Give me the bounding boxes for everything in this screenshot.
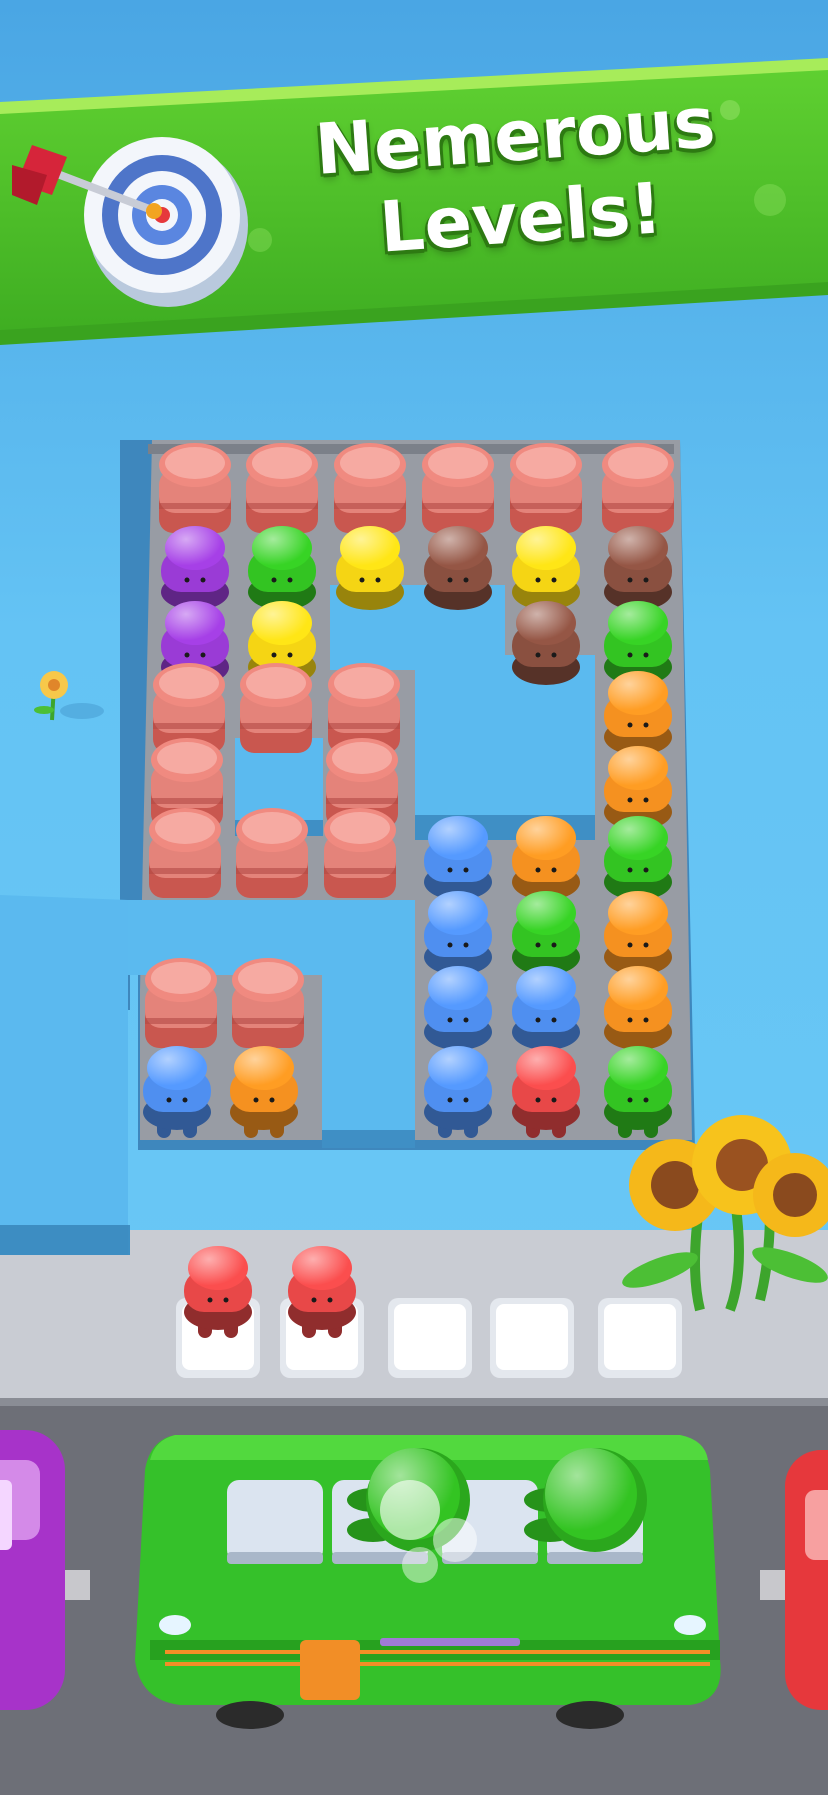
orange-passenger[interactable] xyxy=(604,966,672,1050)
red-passenger[interactable] xyxy=(184,1246,252,1338)
purple-passenger[interactable] xyxy=(161,526,229,610)
jar-obstacle xyxy=(159,443,231,533)
queue-slot[interactable] xyxy=(490,1298,574,1378)
jar-obstacle xyxy=(232,958,304,1048)
jar-obstacle xyxy=(145,958,217,1048)
jar-obstacle xyxy=(422,443,494,533)
banner-title: Nemerous Levels! xyxy=(263,78,773,276)
blue-passenger[interactable] xyxy=(143,1046,211,1138)
red-passenger[interactable] xyxy=(512,1046,580,1138)
yellow-passenger[interactable] xyxy=(336,526,404,610)
jar-obstacle xyxy=(246,443,318,533)
orange-passenger[interactable] xyxy=(604,891,672,975)
blue-passenger[interactable] xyxy=(424,891,492,975)
jar-obstacle xyxy=(334,443,406,533)
jar-obstacle xyxy=(602,443,674,533)
green-bus[interactable] xyxy=(135,1435,721,1729)
blue-passenger[interactable] xyxy=(424,966,492,1050)
blue-passenger[interactable] xyxy=(512,966,580,1050)
queue-slot[interactable] xyxy=(598,1298,682,1378)
brown-passenger[interactable] xyxy=(604,526,672,610)
jar-obstacle xyxy=(236,808,308,898)
green-passenger[interactable] xyxy=(604,816,672,900)
green-passenger[interactable] xyxy=(248,526,316,610)
jar-obstacle xyxy=(149,808,221,898)
orange-passenger[interactable] xyxy=(230,1046,298,1138)
queue-slot[interactable] xyxy=(280,1246,364,1378)
queue-slot[interactable] xyxy=(176,1246,260,1378)
queue-slot[interactable] xyxy=(388,1298,472,1378)
orange-passenger[interactable] xyxy=(512,816,580,900)
brown-passenger[interactable] xyxy=(512,601,580,685)
jar-obstacle xyxy=(240,663,312,753)
jar-obstacle xyxy=(324,808,396,898)
yellow-passenger[interactable] xyxy=(512,526,580,610)
brown-passenger[interactable] xyxy=(424,526,492,610)
blue-passenger[interactable] xyxy=(424,1046,492,1138)
red-passenger[interactable] xyxy=(288,1246,356,1338)
blue-passenger[interactable] xyxy=(424,816,492,900)
jar-obstacle xyxy=(510,443,582,533)
bus-seat xyxy=(227,1480,323,1564)
game-scene xyxy=(0,0,828,1795)
green-passenger[interactable] xyxy=(604,1046,672,1138)
orange-passenger[interactable] xyxy=(604,671,672,755)
green-passenger[interactable] xyxy=(512,891,580,975)
